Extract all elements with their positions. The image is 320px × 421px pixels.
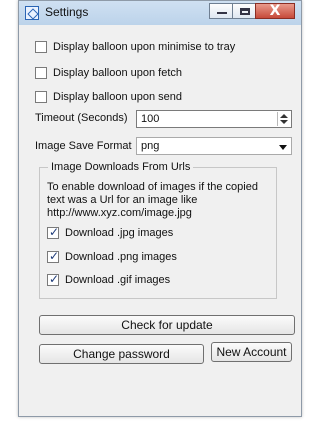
settings-window: Settings X Display balloon upon minimise… bbox=[18, 0, 302, 417]
settings-app-icon bbox=[25, 6, 39, 20]
checkbox-download-jpg[interactable] bbox=[47, 225, 59, 239]
minimize-button[interactable] bbox=[209, 3, 233, 19]
image-save-format-label: Image Save Format bbox=[35, 140, 132, 152]
option-download-jpg[interactable]: Download .jpg images bbox=[47, 225, 276, 241]
close-icon: X bbox=[269, 3, 281, 19]
spinner-up-icon[interactable] bbox=[280, 114, 288, 118]
label-download-jpg: Download .jpg images bbox=[65, 227, 174, 239]
image-save-format-select[interactable]: png bbox=[136, 137, 292, 155]
chevron-down-icon bbox=[279, 145, 287, 150]
new-account-button[interactable]: New Account bbox=[211, 342, 292, 362]
checkbox-download-gif[interactable] bbox=[47, 272, 59, 286]
option-balloon-send[interactable]: Display balloon upon send bbox=[35, 89, 295, 105]
label-download-gif: Download .gif images bbox=[65, 274, 171, 286]
checkbox-download-png[interactable] bbox=[47, 249, 59, 263]
checkbox-balloon-fetch[interactable] bbox=[35, 67, 47, 79]
image-downloads-group: Image Downloads From Urls To enable down… bbox=[39, 161, 277, 299]
checkbox-balloon-send[interactable] bbox=[35, 91, 47, 103]
timeout-value: 100 bbox=[141, 113, 160, 125]
check-for-update-button[interactable]: Check for update bbox=[39, 315, 295, 335]
window-title: Settings bbox=[45, 5, 89, 19]
maximize-button[interactable] bbox=[232, 3, 256, 19]
image-save-format-value: png bbox=[141, 140, 160, 152]
titlebar: Settings X bbox=[19, 1, 301, 25]
label-balloon-minimise: Display balloon upon minimise to tray bbox=[53, 41, 236, 53]
option-download-png[interactable]: Download .png images bbox=[47, 249, 276, 265]
maximize-icon bbox=[240, 8, 250, 15]
image-downloads-title: Image Downloads From Urls bbox=[48, 161, 194, 173]
close-button[interactable]: X bbox=[255, 3, 295, 19]
label-download-png: Download .png images bbox=[65, 251, 177, 263]
minimize-icon bbox=[217, 12, 227, 14]
spinner-down-icon[interactable] bbox=[280, 120, 288, 124]
option-balloon-fetch[interactable]: Display balloon upon fetch bbox=[35, 65, 295, 81]
timeout-label: Timeout (Seconds) bbox=[35, 112, 128, 124]
label-balloon-fetch: Display balloon upon fetch bbox=[53, 67, 183, 79]
timeout-input[interactable]: 100 bbox=[136, 110, 292, 128]
window-controls: X bbox=[209, 3, 295, 19]
image-downloads-description: To enable download of images if the copi… bbox=[47, 181, 258, 219]
settings-content: Display balloon upon minimise to tray Di… bbox=[25, 26, 295, 410]
change-password-button[interactable]: Change password bbox=[39, 344, 204, 364]
option-balloon-minimise[interactable]: Display balloon upon minimise to tray bbox=[35, 39, 295, 55]
option-download-gif[interactable]: Download .gif images bbox=[47, 272, 276, 288]
checkbox-balloon-minimise[interactable] bbox=[35, 41, 47, 53]
label-balloon-send: Display balloon upon send bbox=[53, 91, 183, 103]
timeout-spinner[interactable] bbox=[277, 112, 289, 126]
